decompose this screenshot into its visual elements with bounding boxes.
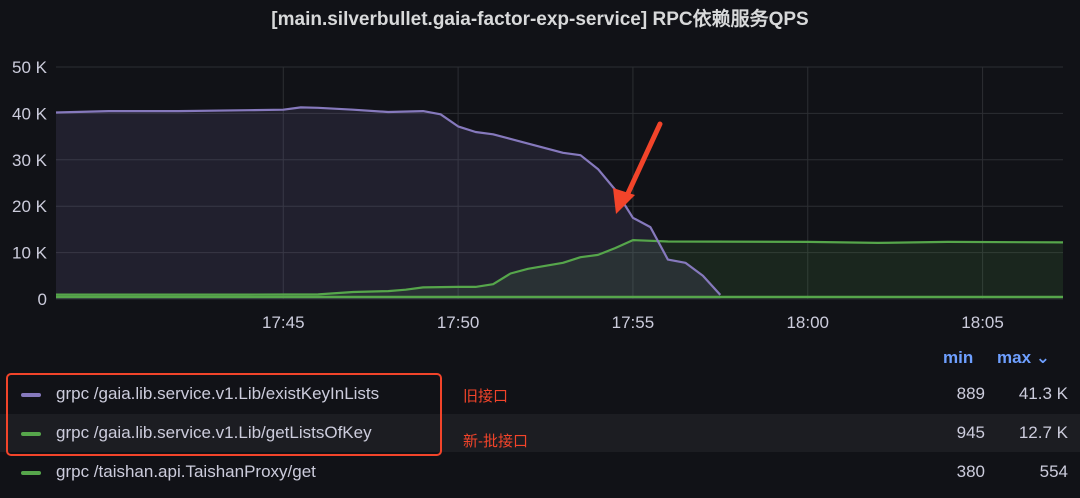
x-tick-label: 18:00 — [786, 313, 829, 332]
legend-row-taishanproxy[interactable]: grpc /taishan.api.TaishanProxy/get 380 5… — [0, 453, 1080, 491]
annotation-new-api: 新-批接口 — [463, 433, 528, 450]
series-min: 889 — [956, 384, 985, 403]
x-tick-label: 17:55 — [612, 313, 655, 332]
series-swatch — [21, 471, 41, 475]
chart-areas — [56, 107, 1063, 300]
red-arrow-icon — [613, 121, 663, 214]
series-max: 41.3 K — [1018, 384, 1068, 403]
legend-min-header[interactable]: min — [943, 348, 973, 368]
qps-chart: 0 10 K 20 K 30 K 40 K 50 K 17:45 17:50 17:55 18:… — [12, 58, 1064, 332]
series-min: 945 — [956, 423, 985, 442]
legend-header: min max ⌄ — [0, 348, 1080, 372]
x-axis-ticks: 17:45 17:50 17:55 18:00 18:05 — [262, 313, 1004, 332]
series-min: 380 — [956, 462, 985, 481]
series-name: grpc /taishan.api.TaishanProxy/get — [56, 462, 316, 481]
y-axis-ticks: 0 10 K 20 K 30 K 40 K 50 K — [12, 58, 48, 309]
y-tick-label: 40 K — [12, 104, 48, 123]
y-tick-label: 20 K — [12, 197, 48, 216]
series-max: 554 — [1039, 462, 1068, 481]
y-tick-label: 30 K — [12, 151, 48, 170]
annotation-old-api: 旧接口 — [463, 388, 509, 405]
legend-max-header[interactable]: max ⌄ — [997, 348, 1050, 368]
y-tick-label: 50 K — [12, 58, 48, 77]
x-tick-label: 17:45 — [262, 313, 305, 332]
y-tick-label: 10 K — [12, 244, 48, 263]
panel-title: [main.silverbullet.gaia-factor-exp-servi… — [271, 9, 809, 30]
x-tick-label: 17:50 — [437, 313, 480, 332]
series-max: 12.7 K — [1018, 423, 1068, 442]
highlight-box — [6, 373, 442, 456]
y-tick-label: 0 — [38, 290, 47, 309]
x-tick-label: 18:05 — [961, 313, 1004, 332]
